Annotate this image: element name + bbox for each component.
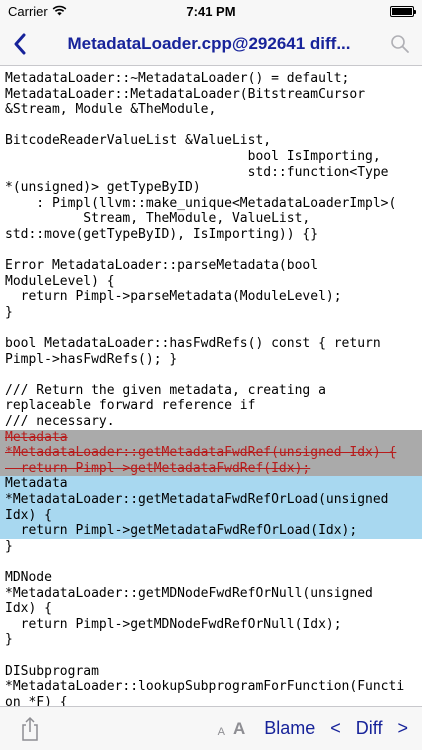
removed-code-line: return Pimpl->getMetadataFwdRef(Idx); <box>0 460 422 477</box>
code-line: Error MetadataLoader::parseMetadata(bool <box>5 258 319 274</box>
code-line: MetadataLoader::~MetadataLoader() = defa… <box>5 71 350 86</box>
code-line: std::function<Type <box>5 164 389 180</box>
carrier-label: Carrier <box>8 3 48 19</box>
added-code-line: return Pimpl->getMetadataFwdRefOrLoad(Id… <box>0 523 422 539</box>
chevron-left-icon <box>14 33 26 54</box>
code-view[interactable]: MetadataLoader::~MetadataLoader() = defa… <box>0 66 422 706</box>
code-line: *MetadataLoader::lookupSubprogramForFunc… <box>5 679 405 695</box>
code-line: &Stream, Module &TheModule, <box>5 102 217 118</box>
battery-fill <box>392 7 412 15</box>
page-title: MetadataLoader.cpp@292641 diff... <box>67 33 351 53</box>
code-line: return Pimpl->parseMetadata(ModuleLevel)… <box>5 289 342 305</box>
code-line: } <box>5 304 13 320</box>
share-button[interactable] <box>0 707 60 751</box>
code-line: Pimpl->hasFwdRefs(); } <box>5 351 178 367</box>
code-line: Stream, TheModule, ValueList, <box>5 211 311 227</box>
code-line: *(unsigned)> getTypeByID) <box>5 180 201 196</box>
battery-icon <box>390 5 416 17</box>
share-icon <box>22 716 38 741</box>
blame-button[interactable]: Blame <box>257 718 322 739</box>
diff-button[interactable]: Diff <box>349 718 390 739</box>
added-code-line: Idx) { <box>0 507 422 524</box>
code-line: bool MetadataLoader::hasFwdRefs() const … <box>5 336 381 352</box>
code-line: /// Return the given metadata, creating … <box>5 382 326 398</box>
search-icon <box>391 34 409 53</box>
bottom-toolbar: A A Blame < Diff > <box>0 706 422 750</box>
code-line: *MetadataLoader::getMDNodeFwdRefOrNull(u… <box>5 585 373 601</box>
wifi-icon <box>52 4 67 19</box>
decrease-font-button[interactable]: A <box>214 720 229 738</box>
removed-code-line: *MetadataLoader::getMetadataFwdRef(unsig… <box>0 445 422 461</box>
code-line: bool IsImporting, <box>5 148 381 164</box>
code-line: MDNode <box>5 570 52 585</box>
code-line: replaceable forward reference if <box>5 398 256 414</box>
added-code-line: Metadata <box>0 476 422 493</box>
code-line: } <box>5 632 13 648</box>
code-line: : Pimpl(llvm::make_unique<MetadataLoader… <box>5 195 397 211</box>
removed-code-line: Metadata <box>0 429 422 446</box>
code-line: /// necessary. <box>5 414 115 430</box>
status-left: Carrier <box>8 4 67 19</box>
code-line: DISubprogram <box>5 663 99 679</box>
increase-font-button[interactable]: A <box>229 719 257 739</box>
back-button[interactable] <box>0 22 40 66</box>
code-line: MetadataLoader::MetadataLoader(Bitstream… <box>5 86 366 102</box>
code-line: BitcodeReaderValueList &ValueList, <box>5 133 272 149</box>
code-line: std::move(getTypeByID), IsImporting)) {} <box>5 226 319 242</box>
previous-diff-button[interactable]: < <box>322 718 349 739</box>
code-line: Idx) { <box>5 601 52 617</box>
next-diff-button[interactable]: > <box>389 718 422 739</box>
code-line: return Pimpl->getMDNodeFwdRefOrNull(Idx)… <box>5 616 342 632</box>
added-code-line: *MetadataLoader::getMetadataFwdRefOrLoad… <box>0 492 422 508</box>
status-bar: Carrier 7:41 PM <box>0 0 422 22</box>
code-line: ModuleLevel) { <box>5 273 115 289</box>
code-line: on *F) { <box>5 694 68 706</box>
search-button[interactable] <box>378 22 422 66</box>
code-line: } <box>5 538 13 554</box>
navigation-bar: MetadataLoader.cpp@292641 diff... <box>0 22 422 66</box>
